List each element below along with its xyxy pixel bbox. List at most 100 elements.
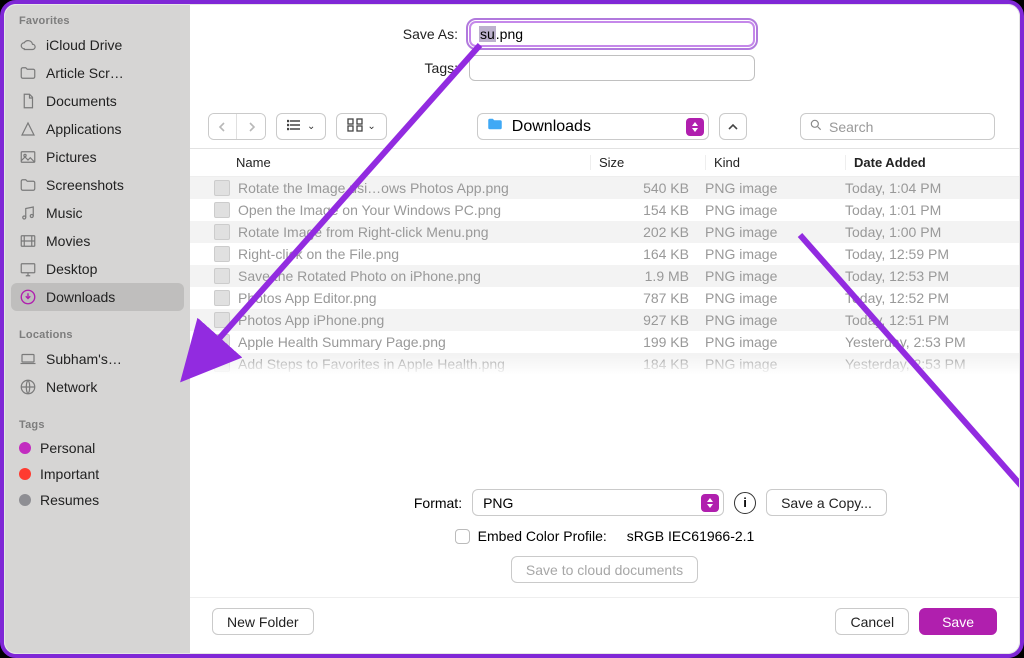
- file-icon: [214, 334, 230, 350]
- grid-icon: [347, 118, 363, 135]
- applications-icon: [19, 120, 37, 138]
- file-kind: PNG image: [705, 246, 845, 262]
- table-row[interactable]: Save the Rotated Photo on iPhone.png1.9 …: [190, 265, 1019, 287]
- toolbar: ⌄ ⌄ Downloads Search: [190, 93, 1019, 149]
- location-label: Downloads: [512, 118, 591, 136]
- nav-back-forward: [208, 113, 266, 140]
- file-name: Photos App iPhone.png: [238, 312, 384, 328]
- sidebar-item-articlescr[interactable]: Article Scr…: [5, 59, 190, 87]
- sidebar-location-mac[interactable]: Subham's…: [5, 345, 190, 373]
- file-name: Rotate Image from Right-click Menu.png: [238, 224, 489, 240]
- file-date: Today, 1:04 PM: [845, 180, 995, 196]
- info-button[interactable]: i: [734, 492, 756, 514]
- file-icon: [214, 356, 230, 372]
- tags-label: Tags:: [214, 60, 458, 76]
- sidebar-item-desktop[interactable]: Desktop: [5, 255, 190, 283]
- popup-arrows-icon: [686, 118, 704, 136]
- file-kind: PNG image: [705, 334, 845, 350]
- saveas-input[interactable]: su.png: [469, 21, 755, 47]
- sidebar-item-pictures[interactable]: Pictures: [5, 143, 190, 171]
- file-size: 927 KB: [590, 312, 705, 328]
- table-row[interactable]: Rotate Image from Right-click Menu.png20…: [190, 221, 1019, 243]
- file-name: Add Steps to Favorites in Apple Health.p…: [238, 356, 505, 372]
- table-row[interactable]: Right-click on the File.png164 KBPNG ima…: [190, 243, 1019, 265]
- sidebar-item-documents[interactable]: Documents: [5, 87, 190, 115]
- col-name[interactable]: Name: [214, 155, 590, 170]
- table-row[interactable]: Apple Health Summary Page.png199 KBPNG i…: [190, 331, 1019, 353]
- table-header: Name Size Kind Date Added: [190, 149, 1019, 177]
- favorites-header: Favorites: [5, 13, 190, 31]
- sidebar-item-icloud[interactable]: iCloud Drive: [5, 31, 190, 59]
- view-list-button[interactable]: ⌄: [276, 113, 326, 140]
- music-icon: [19, 204, 37, 222]
- laptop-icon: [19, 350, 37, 368]
- collapse-button[interactable]: [719, 113, 747, 140]
- file-size: 199 KB: [590, 334, 705, 350]
- table-row[interactable]: Open the Image on Your Windows PC.png154…: [190, 199, 1019, 221]
- table-row[interactable]: Add Steps to Favorites in Apple Health.p…: [190, 353, 1019, 375]
- file-kind: PNG image: [705, 356, 845, 372]
- view-group-button[interactable]: ⌄: [336, 113, 386, 140]
- embed-profile: sRGB IEC61966-2.1: [627, 528, 755, 544]
- file-name: Save the Rotated Photo on iPhone.png: [238, 268, 481, 284]
- cancel-button[interactable]: Cancel: [835, 608, 909, 635]
- saveas-label: Save As:: [214, 26, 458, 42]
- file-date: Today, 12:59 PM: [845, 246, 995, 262]
- sidebar-item-applications[interactable]: Applications: [5, 115, 190, 143]
- file-name: Rotate the Image usi…ows Photos App.png: [238, 180, 509, 196]
- sidebar-item-downloads[interactable]: Downloads: [11, 283, 184, 311]
- save-button[interactable]: Save: [919, 608, 997, 635]
- file-kind: PNG image: [705, 312, 845, 328]
- table-row[interactable]: Photos App Editor.png787 KBPNG imageToda…: [190, 287, 1019, 309]
- forward-button[interactable]: [237, 114, 265, 139]
- file-date: Yesterday, 2:53 PM: [845, 334, 995, 350]
- sidebar-item-label: Personal: [40, 440, 95, 456]
- cloud-icon: [19, 36, 37, 54]
- file-icon: [214, 202, 230, 218]
- sidebar-item-label: iCloud Drive: [46, 37, 122, 53]
- format-label: Format:: [322, 495, 462, 511]
- table-body: Rotate the Image usi…ows Photos App.png5…: [190, 177, 1019, 375]
- col-kind[interactable]: Kind: [705, 155, 845, 170]
- file-date: Yesterday, 2:53 PM: [845, 356, 995, 372]
- sidebar: Favorites iCloud Drive Article Scr… Docu…: [5, 5, 190, 653]
- sidebar-location-network[interactable]: Network: [5, 373, 190, 401]
- search-input[interactable]: Search: [800, 113, 995, 140]
- file-list: Name Size Kind Date Added Rotate the Ima…: [190, 149, 1019, 473]
- sidebar-tag-personal[interactable]: Personal: [5, 435, 190, 461]
- sidebar-item-movies[interactable]: Movies: [5, 227, 190, 255]
- file-size: 164 KB: [590, 246, 705, 262]
- file-size: 787 KB: [590, 290, 705, 306]
- save-copy-button[interactable]: Save a Copy...: [766, 489, 887, 516]
- file-name: Photos App Editor.png: [238, 290, 377, 306]
- sidebar-item-label: Desktop: [46, 261, 97, 277]
- file-kind: PNG image: [705, 180, 845, 196]
- new-folder-button[interactable]: New Folder: [212, 608, 314, 635]
- sidebar-tag-important[interactable]: Important: [5, 461, 190, 487]
- tags-header: Tags: [5, 401, 190, 435]
- network-icon: [19, 378, 37, 396]
- col-size[interactable]: Size: [590, 155, 705, 170]
- location-popup[interactable]: Downloads: [477, 113, 709, 140]
- sidebar-item-music[interactable]: Music: [5, 199, 190, 227]
- tags-input[interactable]: [469, 55, 755, 81]
- sidebar-item-label: Music: [46, 205, 83, 221]
- chevron-down-icon: ⌄: [367, 121, 375, 132]
- format-row: Format: PNG i Save a Copy...: [190, 473, 1019, 522]
- sidebar-item-screenshots[interactable]: Screenshots: [5, 171, 190, 199]
- file-icon: [214, 312, 230, 328]
- table-row[interactable]: Rotate the Image usi…ows Photos App.png5…: [190, 177, 1019, 199]
- col-date[interactable]: Date Added: [845, 155, 995, 170]
- filename-selected: su: [479, 26, 496, 42]
- sidebar-tag-resumes[interactable]: Resumes: [5, 487, 190, 513]
- format-popup[interactable]: PNG: [472, 489, 724, 516]
- search-placeholder: Search: [829, 119, 873, 135]
- back-button[interactable]: [209, 114, 237, 139]
- file-date: Today, 12:52 PM: [845, 290, 995, 306]
- embed-checkbox[interactable]: [455, 529, 470, 544]
- table-row[interactable]: Photos App iPhone.png927 KBPNG imageToda…: [190, 309, 1019, 331]
- desktop-icon: [19, 260, 37, 278]
- sidebar-item-label: Documents: [46, 93, 117, 109]
- file-icon: [214, 180, 230, 196]
- save-cloud-button[interactable]: Save to cloud documents: [511, 556, 698, 583]
